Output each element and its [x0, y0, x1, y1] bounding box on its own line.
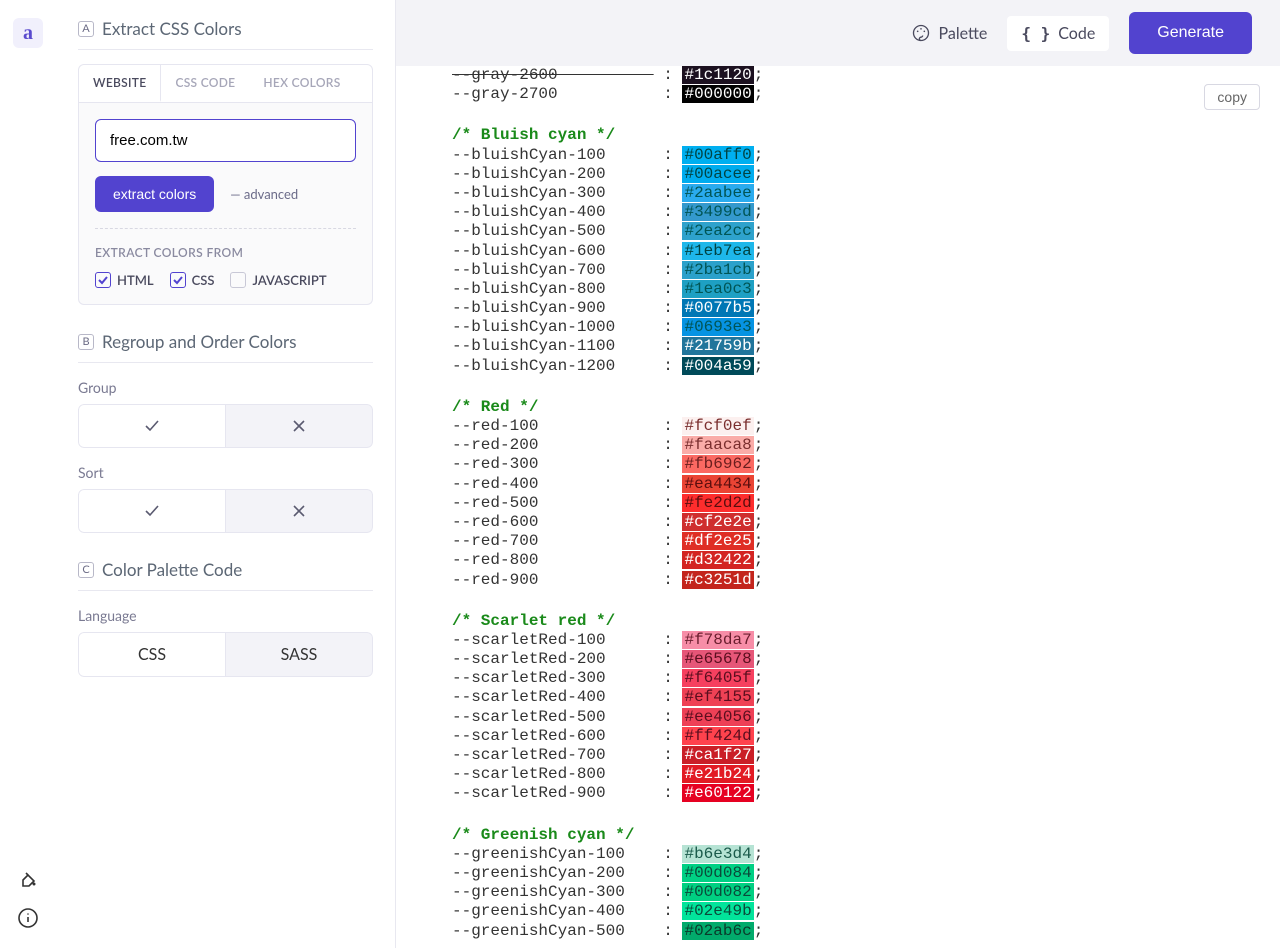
extract-tabs: WEBSITE CSS CODE HEX COLORS [78, 64, 373, 103]
tab-website[interactable]: WEBSITE [79, 65, 161, 102]
code-line: --bluishCyan-800 : #1ea0c3; [452, 280, 1252, 299]
section-b-title: Regroup and Order Colors [102, 331, 297, 352]
sort-label: Sort [78, 464, 373, 481]
code-line: --scarletRed-900 : #e60122; [452, 784, 1252, 803]
sort-yes[interactable] [78, 489, 226, 533]
code-line: --scarletRed-200 : #e65678; [452, 650, 1252, 669]
group-no[interactable] [226, 404, 373, 448]
fill-icon[interactable] [16, 866, 40, 890]
code-line: --red-800 : #d32422; [452, 551, 1252, 570]
group-yes[interactable] [78, 404, 226, 448]
lang-css[interactable]: CSS [78, 632, 226, 677]
code-line: --greenishCyan-500 : #02ab6c; [452, 922, 1252, 941]
code-line: --bluishCyan-900 : #0077b5; [452, 299, 1252, 318]
code-line: --scarletRed-300 : #f6405f; [452, 669, 1252, 688]
check-javascript[interactable]: JAVASCRIPT [230, 272, 326, 288]
code-line: --red-100 : #fcf0ef; [452, 417, 1252, 436]
code-line: --bluishCyan-200 : #00acee; [452, 165, 1252, 184]
sort-no[interactable] [226, 489, 373, 533]
code-line: --gray-2700 : #000000; [452, 85, 1252, 104]
code-line: --red-600 : #cf2e2e; [452, 513, 1252, 532]
code-label: Code [1058, 24, 1095, 43]
code-line: --bluishCyan-400 : #3499cd; [452, 203, 1252, 222]
code-line: --greenishCyan-100 : #b6e3d4; [452, 845, 1252, 864]
palette-label: Palette [939, 24, 988, 43]
language-label: Language [78, 607, 373, 624]
lang-sass[interactable]: SASS [226, 632, 373, 677]
generate-button[interactable]: Generate [1129, 12, 1252, 54]
check-html-label: HTML [117, 272, 154, 288]
code-line: --bluishCyan-1200 : #004a59; [452, 357, 1252, 376]
section-a-title: Extract CSS Colors [102, 18, 242, 39]
code-line: --red-500 : #fe2d2d; [452, 494, 1252, 513]
code-line: --scarletRed-100 : #f78da7; [452, 631, 1252, 650]
code-line: --scarletRed-400 : #ef4155; [452, 688, 1252, 707]
tab-hex-colors[interactable]: HEX COLORS [249, 65, 354, 102]
code-line: --bluishCyan-1000 : #0693e3; [452, 318, 1252, 337]
nav-rail: a [0, 0, 56, 948]
group-label: Group [78, 379, 373, 396]
check-css[interactable]: CSS [170, 272, 215, 288]
extract-from-label: EXTRACT COLORS FROM [95, 245, 356, 260]
code-comment: /* Scarlet red */ [452, 612, 1252, 631]
code-line: --scarletRed-800 : #e21b24; [452, 765, 1252, 784]
code-line: --red-700 : #df2e25; [452, 532, 1252, 551]
advanced-link[interactable]: advanced [230, 186, 298, 202]
extract-colors-button[interactable]: extract colors [95, 176, 214, 212]
code-line: --gray-2600 : #1c1120; [452, 66, 1252, 85]
code-line: --bluishCyan-300 : #2aabee; [452, 184, 1252, 203]
code-line: --scarletRed-500 : #ee4056; [452, 708, 1252, 727]
code-line: --bluishCyan-700 : #2ba1cb; [452, 261, 1252, 280]
check-html[interactable]: HTML [95, 272, 154, 288]
code-comment: /* Greenish cyan */ [452, 826, 1252, 845]
code-line: --red-400 : #ea4434; [452, 475, 1252, 494]
section-c-badge: C [78, 562, 94, 578]
sidebar: A Extract CSS Colors WEBSITE CSS CODE HE… [56, 0, 396, 948]
code-line: --bluishCyan-500 : #2ea2cc; [452, 222, 1252, 241]
code-line: --greenishCyan-400 : #02e49b; [452, 902, 1252, 921]
palette-tab[interactable]: Palette [911, 23, 988, 43]
code-line: --bluishCyan-600 : #1eb7ea; [452, 242, 1252, 261]
url-input[interactable] [95, 119, 356, 162]
code-line: --bluishCyan-1100 : #21759b; [452, 337, 1252, 356]
code-comment: /* Bluish cyan */ [452, 126, 1252, 145]
code-tab[interactable]: { } Code [1007, 16, 1109, 51]
check-js-label: JAVASCRIPT [252, 272, 326, 288]
code-line: --scarletRed-600 : #ff424d; [452, 727, 1252, 746]
code-output: copy --gray-2600 : #1c1120;--gray-2700 :… [396, 66, 1280, 948]
section-c-title: Color Palette Code [102, 559, 242, 580]
section-b-badge: B [78, 334, 94, 350]
topbar: Palette { } Code Generate [396, 0, 1280, 66]
code-comment: /* Red */ [452, 398, 1252, 417]
code-line: --red-900 : #c3251d; [452, 571, 1252, 590]
info-icon[interactable] [16, 906, 40, 930]
tab-css-code[interactable]: CSS CODE [161, 65, 249, 102]
copy-button[interactable]: copy [1204, 84, 1260, 110]
code-line: --greenishCyan-300 : #00d082; [452, 883, 1252, 902]
logo[interactable]: a [13, 18, 43, 48]
code-line: --scarletRed-700 : #ca1f27; [452, 746, 1252, 765]
code-line: --red-300 : #fb6962; [452, 455, 1252, 474]
code-line: --red-200 : #faaca8; [452, 436, 1252, 455]
code-line: --greenishCyan-200 : #00d084; [452, 864, 1252, 883]
check-css-label: CSS [192, 272, 215, 288]
code-line: --bluishCyan-100 : #00aff0; [452, 146, 1252, 165]
section-a-badge: A [78, 21, 94, 37]
